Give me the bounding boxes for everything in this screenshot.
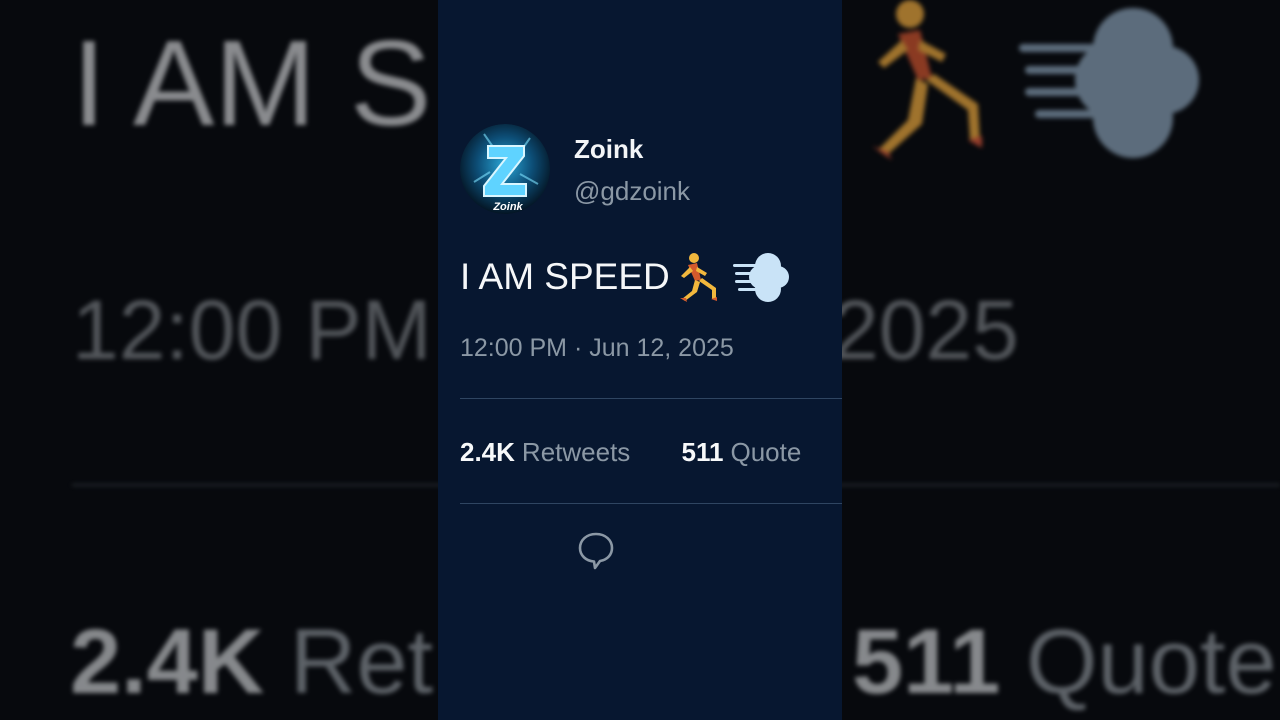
background-quote-label: Quote [1025,611,1277,713]
background-retweet-stat: 2.4K Ret [70,610,433,715]
divider [460,398,842,399]
tweet-text: I AM SPEED [460,250,790,304]
background-timestamp-year: 2025 [832,283,1019,377]
divider [460,503,842,504]
tweet-timestamp[interactable]: 12:00 PM · Jun 12, 2025 [460,334,734,363]
quotes-label: Quote [730,437,802,467]
runner-icon [679,253,717,302]
dash-icon [732,253,789,302]
quotes-count: 511 [681,437,724,467]
retweets-count: 2.4K [460,437,515,467]
background-quote-count: 511 [852,611,1001,713]
display-name[interactable]: Zoink [574,134,643,165]
quotes-stat[interactable]: 511 Quote [682,437,802,468]
tweet-card: Zoink Zoink @gdzoink I AM SPEED 12:00 PM… [438,0,842,720]
background-tweet-text: I AM S [72,15,432,151]
video-frame: I AM S 12:00 PM 2025 2.4K Ret 511 Quote … [0,0,1280,720]
background-quote-stat: 511 Quote [852,610,1277,715]
avatar-logo-icon: Zoink [460,124,550,214]
avatar-text: Zoink [492,201,523,213]
background-timestamp: 12:00 PM [72,283,432,377]
background-retweet-label: Ret [289,611,434,713]
retweets-label: Retweets [521,437,631,467]
background-runner-icon [872,0,982,160]
background-retweet-count: 2.4K [70,611,265,713]
engagement-stats: 2.4K Retweets 511 Quote [460,437,842,468]
retweets-stat[interactable]: 2.4K Retweets [460,437,630,468]
background-dash-icon [1019,8,1199,158]
tweet-text-content: I AM SPEED [460,256,670,297]
avatar[interactable]: Zoink [460,124,550,214]
reply-icon[interactable] [576,530,616,570]
user-handle[interactable]: @gdzoink [574,176,690,207]
